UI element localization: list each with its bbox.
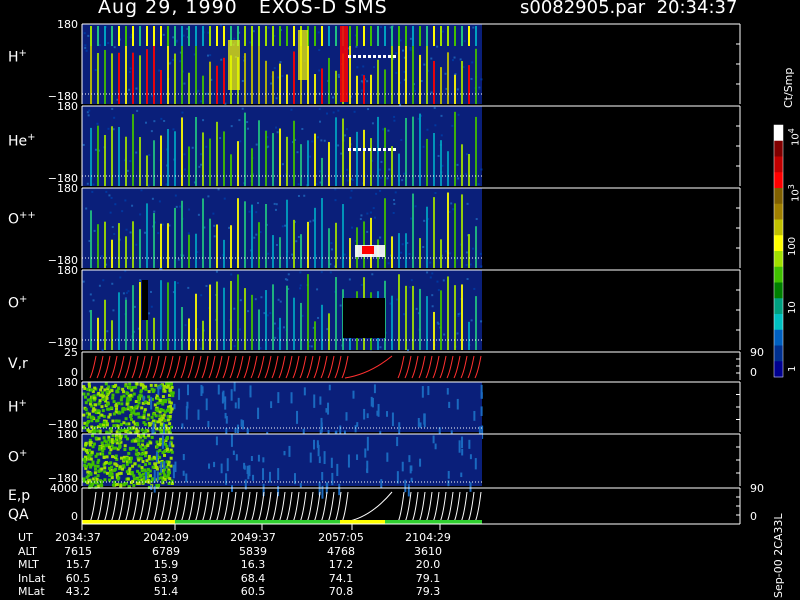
orbit-value: 79.3 bbox=[415, 585, 441, 598]
orbit-value: 43.2 bbox=[65, 585, 91, 598]
plot-title: Aug 29, 1990 EXOS-D SMS bbox=[98, 0, 388, 18]
y-max-tick: 180 bbox=[57, 100, 78, 113]
colorbar-tick-label: 1 bbox=[787, 365, 798, 372]
colorbar-units: Ct/Smp bbox=[782, 67, 795, 108]
y2-max-tick: 90 bbox=[750, 482, 764, 495]
colorbar-swatch bbox=[774, 329, 783, 346]
colorbar-tick-label: 10 bbox=[787, 301, 798, 314]
orbit-value: 6789 bbox=[152, 544, 180, 558]
lineplot-4 bbox=[89, 355, 482, 379]
y-max-tick: 180 bbox=[57, 376, 78, 389]
y-max-tick: 180 bbox=[57, 182, 78, 195]
colorbar-swatch bbox=[774, 125, 783, 142]
panel-label-7: E,p bbox=[8, 488, 31, 504]
colorbar-swatch bbox=[774, 156, 783, 173]
y2-min-tick: 0 bbox=[750, 366, 757, 379]
orbit-value: 63.9 bbox=[153, 571, 179, 585]
colorbar-tick-label: 104 bbox=[787, 128, 800, 146]
orbit-value: 2057:05 bbox=[318, 531, 364, 544]
colorbar-swatch bbox=[774, 266, 783, 283]
orbit-value: 79.1 bbox=[415, 571, 441, 585]
colorbar-tick-label: 103 bbox=[787, 184, 800, 202]
orbit-row-label: InLat bbox=[18, 571, 46, 585]
orbit-value: 68.4 bbox=[240, 571, 266, 585]
file-timestamp: s0082905.par 20:34:37 bbox=[520, 0, 738, 18]
qa-label: QA bbox=[8, 507, 29, 523]
panel-label-3: O+ bbox=[8, 294, 28, 312]
plot-canvas bbox=[81, 23, 784, 530]
orbit-value: 5839 bbox=[239, 544, 267, 558]
orbit-value: 2104:29 bbox=[405, 531, 451, 544]
orbit-value: 70.8 bbox=[328, 585, 354, 598]
orbit-value: 3610 bbox=[414, 544, 442, 558]
orbit-value: 7615 bbox=[64, 544, 92, 558]
orbit-value: 51.4 bbox=[153, 585, 179, 598]
y-max-tick: 180 bbox=[57, 428, 78, 441]
lineplot-7 bbox=[89, 491, 482, 523]
colorbar-swatch bbox=[774, 361, 783, 378]
panel-label-0: H+ bbox=[8, 48, 27, 66]
y-max-tick: 4000 bbox=[50, 482, 78, 495]
orbit-row-label: MLT bbox=[18, 558, 39, 571]
colorbar-swatch bbox=[774, 235, 783, 252]
orbit-value: 16.3 bbox=[240, 558, 266, 571]
colorbar-swatch bbox=[774, 219, 783, 236]
orbit-value: 2042:09 bbox=[143, 531, 189, 544]
panel-label-1: He+ bbox=[8, 132, 36, 150]
y-min-tick: 0 bbox=[71, 510, 78, 523]
orbit-row-label: MLat bbox=[18, 585, 45, 598]
spectrogram-2 bbox=[82, 188, 483, 270]
side-annotation: Sep-00 2CA33L bbox=[772, 513, 785, 598]
y-max-tick: 180 bbox=[57, 264, 78, 277]
colorbar-swatch bbox=[774, 172, 783, 189]
orbit-row-label: ALT bbox=[18, 544, 37, 558]
colorbar-swatch bbox=[774, 314, 783, 331]
panel-label-6: O+ bbox=[8, 448, 28, 466]
orbit-value: 17.2 bbox=[328, 558, 354, 571]
colorbar-swatch bbox=[774, 345, 783, 362]
orbit-value: 74.1 bbox=[328, 571, 354, 585]
y2-max-tick: 90 bbox=[750, 346, 764, 359]
spectrogram-0 bbox=[82, 24, 483, 106]
y2-min-tick: 0 bbox=[750, 510, 757, 523]
orbit-value: 60.5 bbox=[65, 571, 91, 585]
orbit-row-label: UT bbox=[18, 531, 33, 544]
spectrogram-1 bbox=[82, 106, 483, 187]
orbit-value: 15.9 bbox=[153, 558, 179, 571]
orbit-value: 4768 bbox=[327, 544, 355, 558]
orbit-value: 2034:37 bbox=[55, 531, 101, 544]
colorbar-swatch bbox=[774, 203, 783, 220]
colorbar-tick-label: 100 bbox=[787, 236, 798, 256]
orbit-value: 60.5 bbox=[240, 585, 266, 598]
panel-label-2: O++ bbox=[8, 210, 36, 228]
colorbar-swatch bbox=[774, 188, 783, 205]
orbit-value: 20.0 bbox=[415, 558, 441, 571]
y-max-tick: 25 bbox=[64, 346, 78, 359]
panel-label-4: V,r bbox=[8, 356, 28, 372]
colorbar-swatch bbox=[774, 140, 783, 157]
spectrogram-6 bbox=[82, 434, 482, 499]
colorbar-swatch bbox=[774, 282, 783, 299]
orbit-value: 2049:37 bbox=[230, 531, 276, 544]
colorbar-swatch bbox=[774, 298, 783, 315]
y-max-tick: 180 bbox=[57, 18, 78, 31]
orbit-value: 15.7 bbox=[65, 558, 91, 571]
colorbar-swatch bbox=[774, 251, 783, 268]
panel-label-5: H+ bbox=[8, 398, 27, 416]
